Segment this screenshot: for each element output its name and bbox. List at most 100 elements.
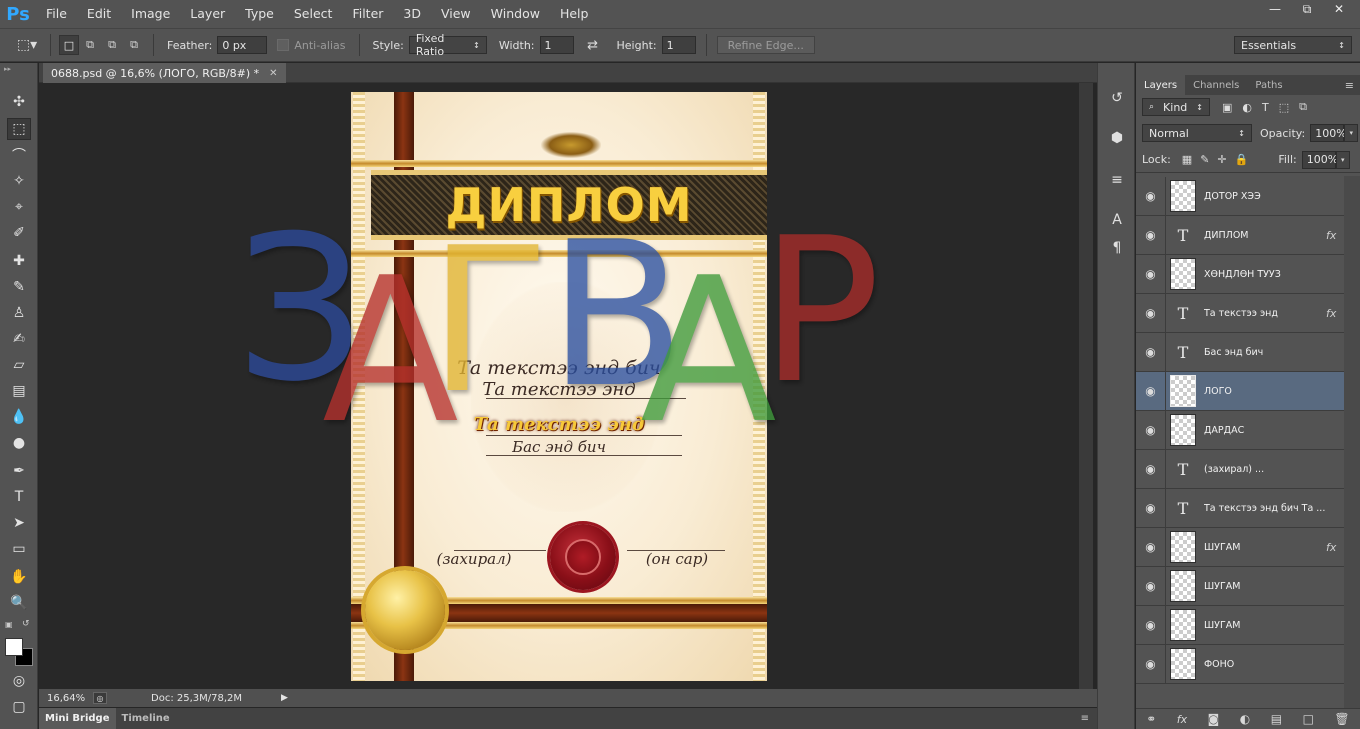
refine-edge-button[interactable]: Refine Edge...: [716, 36, 815, 54]
layer-row[interactable]: ◉ T ДИПЛОМ fx: [1136, 215, 1344, 255]
tab-layers[interactable]: Layers: [1136, 75, 1186, 95]
brush-tool-icon[interactable]: ✎: [7, 276, 31, 298]
visibility-eye-icon[interactable]: ◉: [1136, 644, 1166, 684]
lock-position-icon[interactable]: ✛: [1217, 153, 1226, 166]
rectangle-tool-icon[interactable]: ▭: [7, 538, 31, 560]
eraser-tool-icon[interactable]: ▱: [7, 354, 31, 376]
adjustments-panel-icon[interactable]: ≡: [1106, 169, 1128, 191]
selection-intersect-icon[interactable]: ⧉: [123, 35, 145, 55]
visibility-eye-icon[interactable]: ◉: [1136, 332, 1166, 372]
clone-stamp-tool-icon[interactable]: ♙: [7, 302, 31, 324]
layer-row[interactable]: ◉ T Та текстээ энд бич Та ...: [1136, 488, 1344, 528]
layer-row[interactable]: ◉ ШУГАМ: [1136, 566, 1344, 606]
restore-icon[interactable]: ⧉: [1292, 0, 1322, 18]
status-menu-arrow-icon[interactable]: ▶: [281, 693, 288, 703]
layer-row[interactable]: ◉ T Бас энд бич: [1136, 332, 1344, 372]
layer-effects-icon[interactable]: fx: [1326, 229, 1344, 242]
opacity-input[interactable]: 100%: [1310, 124, 1347, 142]
fill-input[interactable]: 100%: [1301, 150, 1338, 169]
panel-menu-icon[interactable]: ≡: [1081, 713, 1089, 724]
layer-row[interactable]: ◉ ШУГАМ fx: [1136, 527, 1344, 567]
close-icon[interactable]: ✕: [1324, 0, 1354, 18]
lock-all-icon[interactable]: 🔒: [1235, 153, 1249, 166]
antialias-checkbox[interactable]: [277, 39, 290, 51]
filter-adjustment-icon[interactable]: ◐: [1242, 101, 1252, 114]
swap-colors-icon[interactable]: ↺: [22, 619, 30, 629]
tab-timeline[interactable]: Timeline: [116, 708, 176, 729]
foreground-color-swatch[interactable]: [5, 638, 23, 656]
layer-row[interactable]: ◉ ХӨНДЛӨН ТУУЗ: [1136, 254, 1344, 294]
layer-row[interactable]: ◉ T (захирал) ...: [1136, 449, 1344, 489]
feather-input[interactable]: 0 px: [217, 36, 268, 54]
document-tab[interactable]: 0688.psd @ 16,6% (ЛОГО, RGB/8#) * ✕: [43, 63, 286, 83]
visibility-eye-icon[interactable]: ◉: [1136, 605, 1166, 645]
close-tab-icon[interactable]: ✕: [269, 68, 277, 79]
dodge-tool-icon[interactable]: ●: [7, 432, 31, 454]
crop-tool-icon[interactable]: ⌖: [7, 196, 31, 218]
visibility-eye-icon[interactable]: ◉: [1136, 410, 1166, 450]
vertical-scrollbar[interactable]: [1079, 83, 1093, 691]
new-group-icon[interactable]: ▤: [1271, 712, 1282, 726]
lock-image-icon[interactable]: ✎: [1200, 153, 1209, 166]
swap-dimensions-icon[interactable]: ⇄: [580, 38, 606, 53]
lock-transparent-icon[interactable]: ▦: [1182, 153, 1192, 166]
menu-select[interactable]: Select: [284, 0, 343, 28]
menu-file[interactable]: File: [36, 0, 77, 28]
visibility-eye-icon[interactable]: ◉: [1136, 371, 1166, 411]
filter-smart-object-icon[interactable]: ⧉: [1299, 100, 1307, 114]
layers-scrollbar[interactable]: [1344, 176, 1360, 708]
move-tool-icon[interactable]: ✣: [7, 91, 31, 113]
style-select[interactable]: Fixed Ratio ↕: [408, 32, 487, 58]
magic-wand-tool-icon[interactable]: ✧: [7, 170, 31, 192]
paragraph-panel-icon[interactable]: ¶: [1106, 237, 1128, 259]
zoom-level[interactable]: 16,64%: [39, 693, 85, 704]
add-mask-icon[interactable]: ◙: [1208, 712, 1220, 726]
filter-shape-icon[interactable]: ⬚: [1279, 101, 1289, 114]
selection-new-icon[interactable]: □: [59, 35, 79, 55]
eyedropper-tool-icon[interactable]: ✐: [7, 222, 31, 244]
visibility-eye-icon[interactable]: ◉: [1136, 293, 1166, 333]
visibility-eye-icon[interactable]: ◉: [1136, 488, 1166, 528]
opacity-dropdown-icon[interactable]: ▾: [1344, 124, 1359, 142]
blend-mode-select[interactable]: Normal ↕: [1142, 124, 1252, 142]
visibility-eye-icon[interactable]: ◉: [1136, 215, 1166, 255]
selection-subtract-icon[interactable]: ⧉: [101, 35, 123, 55]
menu-filter[interactable]: Filter: [342, 0, 393, 28]
type-tool-icon[interactable]: T: [7, 486, 31, 508]
layer-row[interactable]: ◉ ДОТОР ХЭЭ: [1136, 176, 1344, 216]
screen-mode-icon[interactable]: ▢: [7, 696, 31, 718]
visibility-eye-icon[interactable]: ◉: [1136, 176, 1166, 216]
layer-effects-icon[interactable]: fx: [1326, 541, 1344, 554]
pen-tool-icon[interactable]: ✒: [7, 460, 31, 482]
healing-brush-tool-icon[interactable]: ✚: [7, 250, 31, 272]
link-layers-icon[interactable]: ⚭: [1146, 712, 1156, 726]
visibility-eye-icon[interactable]: ◉: [1136, 254, 1166, 294]
new-adjustment-layer-icon[interactable]: ◐: [1240, 712, 1250, 726]
panel-menu-icon[interactable]: ≡: [1345, 75, 1360, 95]
filter-pixel-icon[interactable]: ▣: [1222, 101, 1232, 114]
new-layer-icon[interactable]: □: [1303, 712, 1314, 726]
path-selection-tool-icon[interactable]: ➤: [7, 512, 31, 534]
layer-effects-icon[interactable]: fx: [1326, 307, 1344, 320]
menu-window[interactable]: Window: [481, 0, 550, 28]
rectangular-marquee-tool-icon[interactable]: ⬚: [7, 118, 31, 140]
layer-row[interactable]: ◉ T Та текстээ энд fx: [1136, 293, 1344, 333]
history-panel-icon[interactable]: ↺: [1106, 87, 1128, 109]
layer-row[interactable]: ◉ ДАРДАС: [1136, 410, 1344, 450]
menu-layer[interactable]: Layer: [180, 0, 235, 28]
status-info-icon[interactable]: ◎: [93, 692, 107, 704]
menu-3d[interactable]: 3D: [393, 0, 431, 28]
filter-type-icon[interactable]: T: [1262, 101, 1269, 114]
tab-channels[interactable]: Channels: [1185, 75, 1247, 95]
width-input[interactable]: 1: [539, 36, 574, 54]
visibility-eye-icon[interactable]: ◉: [1136, 566, 1166, 606]
collapse-arrows-icon[interactable]: ▸▸: [4, 65, 11, 73]
character-panel-icon[interactable]: A: [1106, 209, 1128, 231]
layer-row[interactable]: ◉ ЛОГО: [1136, 371, 1344, 411]
menu-view[interactable]: View: [431, 0, 481, 28]
add-layer-style-icon[interactable]: fx: [1177, 713, 1187, 726]
gradient-tool-icon[interactable]: ▤: [7, 380, 31, 402]
hand-tool-icon[interactable]: ✋: [7, 566, 31, 588]
tab-mini-bridge[interactable]: Mini Bridge: [39, 708, 116, 729]
menu-edit[interactable]: Edit: [77, 0, 121, 28]
